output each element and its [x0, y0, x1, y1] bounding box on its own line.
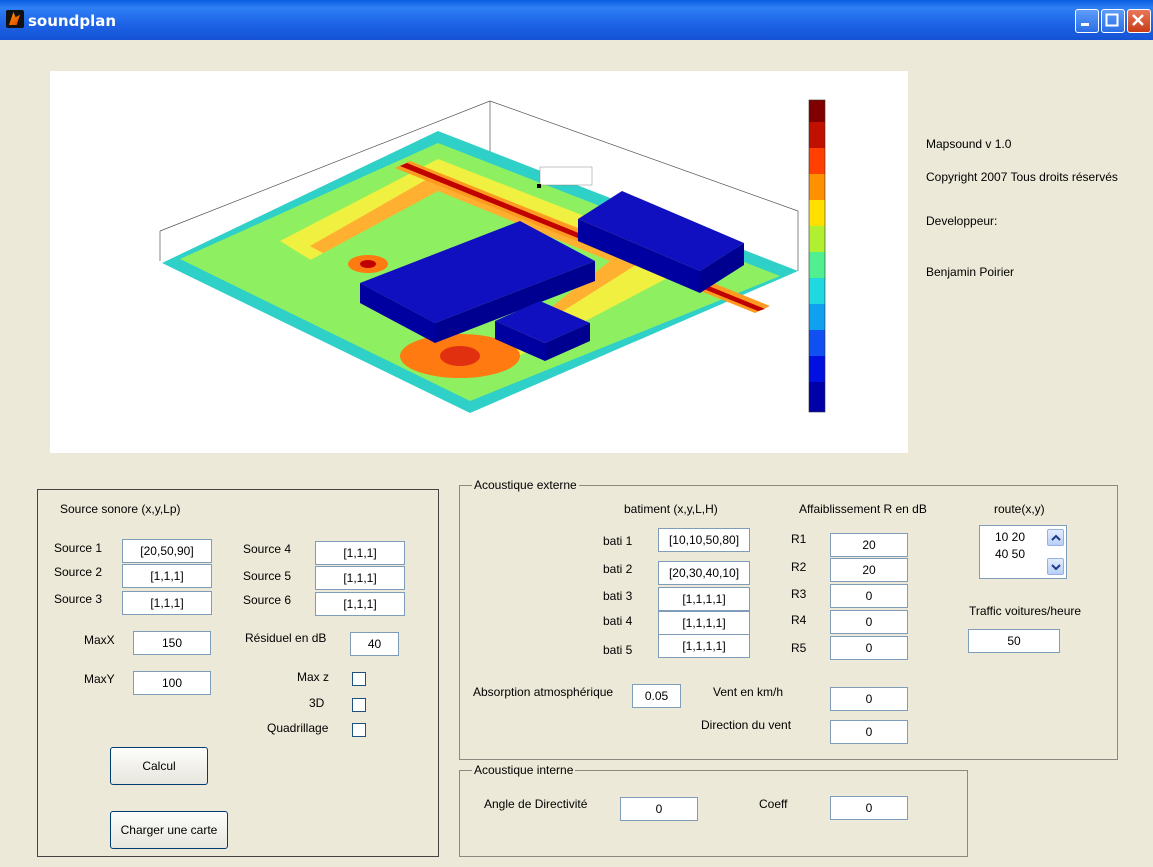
matlab-icon — [6, 10, 24, 28]
bati-4-label: bati 4 — [603, 614, 633, 628]
maxx-input[interactable]: 150 — [133, 631, 211, 655]
source-1-label: Source 1 — [54, 541, 103, 555]
affaiblissement-header: Affaiblissement R en dB — [799, 502, 927, 516]
maxx-label: MaxX — [84, 633, 115, 647]
absorption-input[interactable]: 0.05 — [632, 684, 681, 708]
close-button[interactable] — [1127, 9, 1151, 33]
maximize-icon — [1105, 13, 1119, 27]
maxz-checkbox[interactable] — [352, 672, 366, 686]
chevron-down-icon — [1051, 564, 1061, 571]
minimize-icon — [1081, 23, 1089, 26]
route-item-1[interactable]: 10 20 — [995, 530, 1025, 544]
traffic-input[interactable]: 50 — [968, 629, 1060, 653]
source-4-label: Source 4 — [243, 542, 292, 556]
source-1-input[interactable]: [20,50,90] — [122, 539, 212, 563]
bati-1-label: bati 1 — [603, 534, 633, 548]
batiment-header: batiment (x,y,L,H) — [624, 502, 718, 516]
direction-label: Direction du vent — [701, 718, 792, 732]
source-3-input[interactable]: [1,1,1] — [122, 591, 212, 615]
quadrillage-label: Quadrillage — [267, 721, 329, 735]
source-6-label: Source 6 — [243, 593, 292, 607]
maximize-button[interactable] — [1101, 9, 1125, 33]
vent-label: Vent en km/h — [713, 685, 784, 699]
3d-checkbox[interactable] — [352, 698, 366, 712]
direction-input[interactable]: 0 — [830, 720, 908, 744]
r4-input[interactable]: 0 — [830, 610, 908, 634]
bati-3-label: bati 3 — [603, 589, 633, 603]
maxz-label: Max z — [297, 670, 330, 684]
title-bar[interactable]: soundplan — [0, 0, 1153, 40]
bati-3-input[interactable]: [1,1,1,1] — [658, 587, 750, 611]
r4-label: R4 — [791, 613, 807, 627]
r1-label: R1 — [791, 532, 807, 546]
bati-4-input[interactable]: [1,1,1,1] — [658, 611, 750, 635]
scroll-down-button[interactable] — [1047, 558, 1064, 575]
version-text: Mapsound v 1.0 — [926, 137, 1012, 151]
copyright-text: Copyright 2007 Tous droits réservés — [926, 170, 1118, 184]
source-5-label: Source 5 — [243, 569, 292, 583]
route-listbox[interactable]: 10 20 40 50 — [979, 525, 1067, 579]
charger-carte-button[interactable]: Charger une carte — [110, 811, 228, 849]
window-title: soundplan — [28, 12, 117, 30]
maxy-input[interactable]: 100 — [133, 671, 211, 695]
bati-5-input[interactable]: [1,1,1,1] — [658, 634, 750, 658]
acoustique-externe-legend: Acoustique externe — [474, 478, 577, 492]
residuel-input[interactable]: 40 — [350, 632, 399, 656]
absorption-label: Absorption atmosphérique — [473, 685, 614, 699]
bati-2-label: bati 2 — [603, 562, 633, 576]
r5-label: R5 — [791, 641, 807, 655]
route-header: route(x,y) — [994, 502, 1045, 516]
maxy-label: MaxY — [84, 672, 115, 686]
bati-2-input[interactable]: [20,30,40,10] — [658, 561, 750, 585]
source-6-input[interactable]: [1,1,1] — [315, 592, 405, 616]
source-panel-title: Source sonore (x,y,Lp) — [60, 502, 181, 516]
colorbar — [808, 99, 826, 413]
developer-name: Benjamin Poirier — [926, 265, 1015, 279]
traffic-label: Traffic voitures/heure — [969, 604, 1082, 618]
coeff-input[interactable]: 0 — [830, 796, 908, 820]
route-item-2[interactable]: 40 50 — [995, 547, 1025, 561]
r3-label: R3 — [791, 587, 807, 601]
chevron-up-icon — [1051, 534, 1061, 541]
scroll-up-button[interactable] — [1047, 529, 1064, 546]
vent-input[interactable]: 0 — [830, 687, 908, 711]
angle-input[interactable]: 0 — [620, 797, 698, 821]
minimize-button[interactable] — [1075, 9, 1099, 33]
source-4-input[interactable]: [1,1,1] — [315, 541, 405, 565]
close-icon — [1132, 14, 1144, 26]
bati-5-label: bati 5 — [603, 643, 633, 657]
source-2-label: Source 2 — [54, 565, 103, 579]
source-3-label: Source 3 — [54, 592, 103, 606]
developer-label: Developpeur: — [926, 214, 998, 228]
quadrillage-checkbox[interactable] — [352, 723, 366, 737]
r5-input[interactable]: 0 — [830, 636, 908, 660]
residuel-label: Résiduel en dB — [245, 631, 327, 645]
r3-input[interactable]: 0 — [830, 584, 908, 608]
source-5-input[interactable]: [1,1,1] — [315, 566, 405, 590]
source-2-input[interactable]: [1,1,1] — [122, 564, 212, 588]
bati-1-input[interactable]: [10,10,50,80] — [658, 528, 750, 552]
r2-input[interactable]: 20 — [830, 558, 908, 582]
sound-map-3d — [159, 99, 826, 413]
r1-input[interactable]: 20 — [830, 533, 908, 557]
acoustique-interne-legend: Acoustique interne — [474, 763, 574, 777]
calcul-button[interactable]: Calcul — [110, 747, 208, 785]
sound-map-plot — [50, 71, 908, 453]
r2-label: R2 — [791, 560, 807, 574]
angle-label: Angle de Directivité — [484, 797, 588, 811]
3d-label: 3D — [309, 696, 325, 710]
coeff-label: Coeff — [759, 797, 788, 811]
